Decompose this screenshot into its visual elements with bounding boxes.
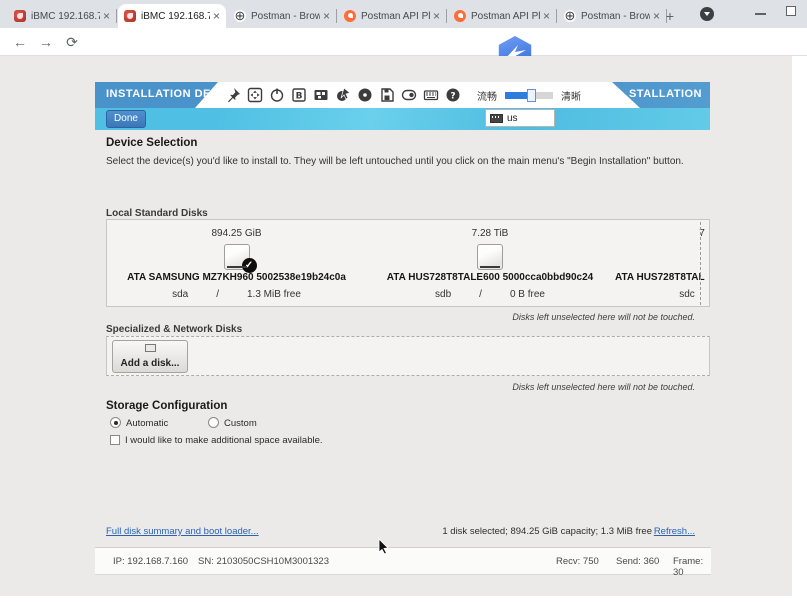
globe-favicon-icon [564,10,576,22]
kvm-toolbar: B ? 流畅 清晰 [195,82,640,108]
tab-close-icon[interactable]: × [653,9,660,23]
power-icon[interactable] [269,87,285,103]
refresh-link[interactable]: Refresh... [654,526,695,537]
window-minimize-button[interactable] [755,13,766,15]
local-disks-label: Local Standard Disks [106,208,208,219]
cdrom-icon[interactable] [357,87,373,103]
installer-header-subband [95,108,710,130]
key-b-icon[interactable]: B [291,87,307,103]
radio-automatic-label[interactable]: Automatic [126,418,168,429]
add-disk-label: Add a disk... [121,358,180,369]
new-tab-button[interactable]: + [660,6,680,26]
status-ip: IP: 192.168.7.160 [113,556,188,567]
mouse-cursor [378,538,390,560]
tab-close-icon[interactable]: × [543,9,550,23]
right-gutter [792,56,807,607]
panel-clip-divider [700,222,701,305]
tab-title: Postman - Browse [251,11,320,22]
tab-close-icon[interactable]: × [213,9,220,23]
radio-automatic[interactable] [110,417,121,428]
tab-title: Postman - Browse [581,11,650,22]
mini-drive-icon [145,344,156,352]
status-frame: Frame: 30 [673,556,711,578]
installer-header-right-text: STALLATION [629,88,702,100]
unselected-note: Disks left unselected here will not be t… [512,382,695,392]
tab-postman-api-2[interactable]: Postman API Platfo × [448,4,556,28]
done-button[interactable]: Done [106,110,146,128]
screen: iBMC 192.168.7.16 × iBMC 192.168.7.16 × … [0,0,807,607]
browser-tab-strip: iBMC 192.168.7.16 × iBMC 192.168.7.16 × … [0,0,807,28]
window-maximize-button[interactable] [786,6,796,16]
add-disk-button[interactable]: Add a disk... [112,340,188,373]
additional-space-label[interactable]: I would like to make additional space av… [125,435,323,446]
keyboard-layout-label: us [507,113,518,124]
additional-space-checkbox[interactable] [110,435,120,445]
globe-favicon-icon [234,10,246,22]
radio-custom[interactable] [208,417,219,428]
selection-summary-text: 1 disk selected; 894.25 GiB capacity; 1.… [442,526,652,537]
browser-toolbar: ← → ⟳ ▲ 不安全 https ://192.168.7.160/src/v… [0,28,807,56]
slider-fill [505,92,529,99]
ibmc-favicon-icon [14,10,26,22]
slider-handle[interactable] [527,89,536,102]
pin-icon[interactable] [225,87,241,103]
storage-configuration-title: Storage Configuration [106,400,227,412]
keyboard-icon [490,114,503,123]
unselected-note: Disks left unselected here will not be t… [512,312,695,322]
help-icon[interactable]: ? [445,87,461,103]
disk-sdc-clipped[interactable]: 7 ATA HUS728T8TAL sdc [107,220,710,307]
mouse-icon[interactable] [335,87,351,103]
status-sn: SN: 2103050CSH10M3001323 [198,556,329,567]
fullscreen-icon[interactable] [247,87,263,103]
quality-slider[interactable] [505,92,553,99]
back-icon[interactable]: ← [10,32,30,52]
device-selection-title: Device Selection [106,137,197,149]
record-icon[interactable] [401,87,417,103]
disk-size: 7 [693,228,710,239]
specialized-disks-panel: Add a disk... [106,336,710,376]
specialized-disks-label: Specialized & Network Disks [106,324,242,335]
svg-text:?: ? [450,92,455,102]
tab-title: Postman API Platfo [471,11,540,22]
postman-favicon-icon [344,10,356,22]
kvm-status-bar: IP: 192.168.7.160 SN: 2103050CSH10M30013… [95,547,711,575]
video-quality-control: 流畅 清晰 [477,88,581,103]
slider-right-label: 清晰 [561,88,581,103]
radio-custom-label[interactable]: Custom [224,418,257,429]
tab-title: iBMC 192.168.7.16 [31,11,100,22]
tab-title: Postman API Platfo [361,11,430,22]
keyboard-layout-indicator[interactable]: us [485,109,555,127]
tab-close-icon[interactable]: × [103,9,110,23]
ibmc-favicon-icon [124,10,136,22]
screen-split-icon[interactable] [313,87,329,103]
tab-ibmc-1[interactable]: iBMC 192.168.7.16 × [8,4,116,28]
disk-dev: sdc [679,289,695,300]
browser-extension-circle-icon[interactable] [700,7,714,21]
tab-postman-browse-2[interactable]: Postman - Browse × [558,4,666,28]
status-send: Send: 360 [616,556,659,567]
soft-keyboard-icon[interactable] [423,87,439,103]
bottom-gutter [0,596,807,607]
forward-icon[interactable]: → [36,32,56,52]
kvm-remote-screen: INSTALLATION DEST STALLATION B ? 流畅 清晰 [0,56,792,596]
tab-postman-api-1[interactable]: Postman API Platfo × [338,4,446,28]
full-disk-summary-link[interactable]: Full disk summary and boot loader... [106,526,259,537]
tab-postman-browse-1[interactable]: Postman - Browse × [228,4,336,28]
slider-left-label: 流畅 [477,88,497,103]
device-selection-description: Select the device(s) you'd like to insta… [106,155,712,170]
svg-text:B: B [296,92,303,102]
save-icon[interactable] [379,87,395,103]
disk-name: ATA HUS728T8TAL [615,272,710,283]
tab-title: iBMC 192.168.7.16 [141,11,210,22]
tab-close-icon[interactable]: × [433,9,440,23]
status-recv: Recv: 750 [556,556,599,567]
postman-favicon-icon [454,10,466,22]
tab-close-icon[interactable]: × [323,9,330,23]
tab-ibmc-2-active[interactable]: iBMC 192.168.7.16 × [118,4,226,28]
reload-icon[interactable]: ⟳ [62,32,82,52]
local-disks-panel: 894.25 GiB ✓ ATA SAMSUNG MZ7KH960 500253… [106,219,710,307]
